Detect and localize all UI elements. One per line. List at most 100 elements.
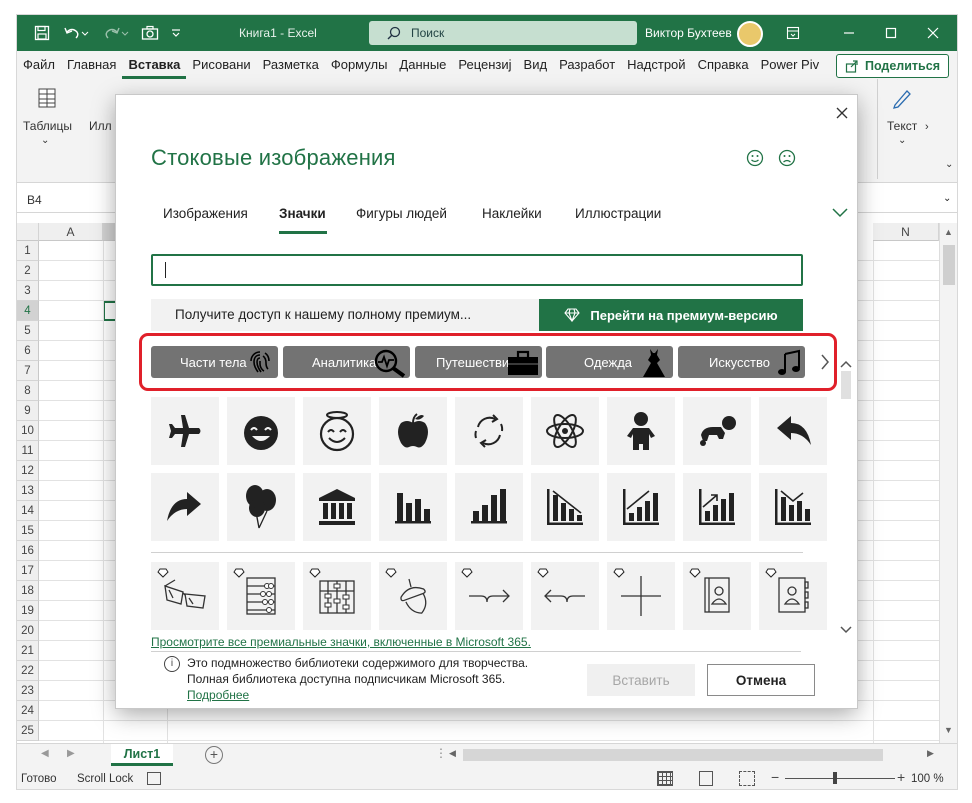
- icon-tile-angel-smiley[interactable]: [303, 397, 371, 465]
- hscroll-right-icon[interactable]: ▶: [927, 748, 934, 759]
- row-header[interactable]: 3: [17, 281, 39, 301]
- icon-tile-refresh[interactable]: [455, 397, 523, 465]
- row-header[interactable]: 16: [17, 541, 39, 561]
- customize-toolbar-icon[interactable]: [167, 23, 185, 43]
- next-sheet-icon[interactable]: ▶: [67, 748, 75, 759]
- row-header[interactable]: 7: [17, 361, 39, 381]
- icon-tile-bar-chart[interactable]: [379, 473, 447, 541]
- search-box[interactable]: Поиск: [369, 21, 637, 45]
- scroll-thumb[interactable]: [943, 245, 955, 285]
- categories-next-icon[interactable]: [814, 346, 836, 378]
- ribbon-tab[interactable]: Файл: [17, 51, 61, 79]
- tab-people-cutouts[interactable]: Фигуры людей: [356, 206, 447, 221]
- name-box[interactable]: B4: [23, 190, 103, 210]
- text-label[interactable]: Текст: [887, 119, 917, 133]
- row-header[interactable]: 24: [17, 701, 39, 721]
- scroll-up-icon[interactable]: ▲: [944, 227, 953, 237]
- icon-tile-bar-chart-2[interactable]: [455, 473, 523, 541]
- icon-tile-3d-glasses[interactable]: [151, 562, 219, 630]
- row-header[interactable]: 13: [17, 481, 39, 501]
- icon-tile-bar-chart-arrow[interactable]: [683, 473, 751, 541]
- tables-label[interactable]: Таблицы: [23, 119, 72, 133]
- row-header[interactable]: 15: [17, 521, 39, 541]
- row-header[interactable]: 1: [17, 241, 39, 261]
- ribbon-tab[interactable]: Формулы: [325, 51, 394, 79]
- row-header[interactable]: 25: [17, 721, 39, 741]
- ribbon-tab[interactable]: Разметка: [257, 51, 325, 79]
- redo-icon[interactable]: [101, 23, 131, 43]
- zoom-slider-track[interactable]: [785, 778, 895, 779]
- illustrations-label[interactable]: Илл: [89, 119, 112, 133]
- icon-tile-apple[interactable]: [379, 397, 447, 465]
- vertical-scrollbar[interactable]: ▲ ▼: [939, 223, 957, 743]
- category-body-parts[interactable]: Части тела: [151, 346, 278, 378]
- tab-stickers[interactable]: Наклейки: [482, 206, 542, 221]
- user-name[interactable]: Виктор Бухтеев: [645, 26, 732, 40]
- dialog-scroll-up-icon[interactable]: [839, 359, 853, 369]
- icon-tile-bar-chart-trend[interactable]: [759, 473, 827, 541]
- text-chevron-icon[interactable]: ›: [925, 121, 929, 133]
- add-sheet-icon[interactable]: +: [205, 746, 223, 764]
- minimize-icon[interactable]: [839, 23, 859, 43]
- sheet-options-icon[interactable]: ⋮: [435, 746, 447, 760]
- icon-tile-abacus-frame[interactable]: [303, 562, 371, 630]
- page-break-view-icon[interactable]: [739, 771, 755, 786]
- icon-tile-arrow-curve-left[interactable]: [531, 562, 599, 630]
- ribbon-tab[interactable]: Разработ: [553, 51, 621, 79]
- row-header[interactable]: 19: [17, 601, 39, 621]
- row-header[interactable]: 9: [17, 401, 39, 421]
- dialog-scrollbar[interactable]: [839, 351, 853, 641]
- text-dropdown-icon[interactable]: ⌄: [898, 135, 906, 146]
- select-all-corner[interactable]: [17, 223, 39, 241]
- icon-tile-airplane[interactable]: [151, 397, 219, 465]
- row-header[interactable]: 8: [17, 381, 39, 401]
- category-analytics[interactable]: Аналитика: [283, 346, 410, 378]
- ribbon-display-options-icon[interactable]: [783, 23, 803, 43]
- ribbon-tab[interactable]: Надстрой: [621, 51, 691, 79]
- row-header[interactable]: 12: [17, 461, 39, 481]
- tables-dropdown-icon[interactable]: ⌄: [41, 135, 49, 146]
- ribbon-tab[interactable]: Рецензиј: [452, 51, 517, 79]
- insert-button[interactable]: Вставить: [587, 664, 695, 696]
- row-header[interactable]: 4: [17, 301, 39, 321]
- maximize-icon[interactable]: [881, 23, 901, 43]
- row-header[interactable]: 20: [17, 621, 39, 641]
- smile-feedback-icon[interactable]: [746, 149, 764, 170]
- ribbon-collapse-icon[interactable]: ⌄: [945, 159, 953, 170]
- category-travel[interactable]: Путешествие: [415, 346, 542, 378]
- icon-tile-bar-chart-up[interactable]: [607, 473, 675, 541]
- category-art[interactable]: Искусство: [678, 346, 805, 378]
- row-header[interactable]: 18: [17, 581, 39, 601]
- horizontal-scroll-thumb[interactable]: [463, 749, 883, 761]
- row-header[interactable]: 21: [17, 641, 39, 661]
- text-pen-icon[interactable]: [889, 85, 919, 113]
- close-dialog-icon[interactable]: [832, 103, 852, 123]
- icon-tile-address-book[interactable]: [683, 562, 751, 630]
- row-header[interactable]: 6: [17, 341, 39, 361]
- icon-tile-balloons[interactable]: [227, 473, 295, 541]
- ribbon-tab[interactable]: Power Piv: [755, 51, 826, 79]
- camera-icon[interactable]: [139, 23, 161, 43]
- premium-icons-link[interactable]: Просмотрите все премиальные значки, вклю…: [151, 635, 531, 649]
- dialog-scroll-down-icon[interactable]: [839, 625, 853, 635]
- tab-illustrations[interactable]: Иллюстрации: [575, 206, 661, 221]
- zoom-out-icon[interactable]: −: [771, 769, 779, 785]
- column-header-b[interactable]: [103, 223, 117, 241]
- row-header[interactable]: 11: [17, 441, 39, 461]
- icon-tile-acorn[interactable]: [379, 562, 447, 630]
- icon-tile-baby[interactable]: [607, 397, 675, 465]
- icon-tile-arrow-curve-right[interactable]: [455, 562, 523, 630]
- macro-record-icon[interactable]: [147, 772, 161, 785]
- row-header[interactable]: 22: [17, 661, 39, 681]
- ribbon-tab[interactable]: Вставка: [122, 51, 187, 79]
- icon-tile-crawling-baby[interactable]: [683, 397, 751, 465]
- category-clothing[interactable]: Одежда: [546, 346, 673, 378]
- column-header-a[interactable]: A: [39, 223, 103, 241]
- ribbon-tab[interactable]: Вид: [518, 51, 554, 79]
- ribbon-tab[interactable]: Справка: [692, 51, 755, 79]
- icon-tile-bar-chart-down[interactable]: [531, 473, 599, 541]
- tab-images[interactable]: Изображения: [163, 206, 248, 221]
- zoom-slider-thumb[interactable]: [833, 772, 837, 784]
- icon-tile-reply[interactable]: [759, 397, 827, 465]
- tabs-expand-chevron-icon[interactable]: [832, 207, 848, 221]
